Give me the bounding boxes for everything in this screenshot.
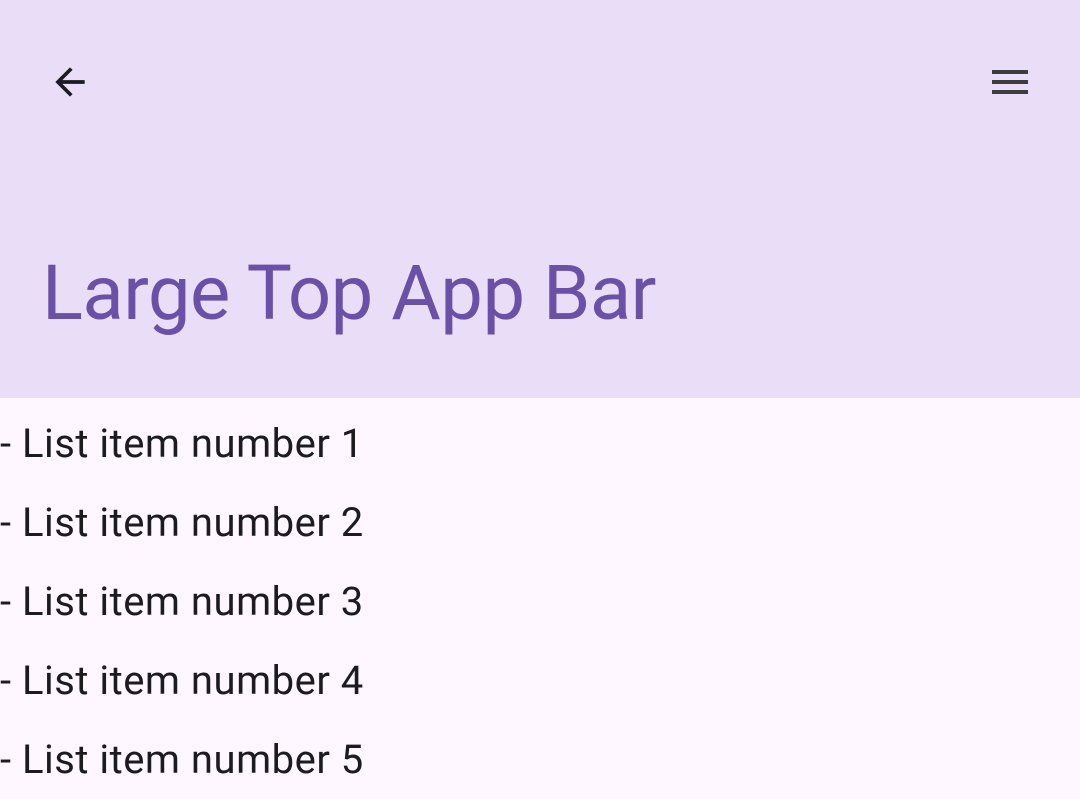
list-item: - List item number 2 <box>0 483 1080 562</box>
app-bar-title: Large Top App Bar <box>42 248 656 338</box>
list-item: - List item number 3 <box>0 562 1080 641</box>
menu-button[interactable] <box>986 60 1034 108</box>
arrow-back-icon <box>48 60 92 108</box>
list-item: - List item number 4 <box>0 641 1080 720</box>
content-list: - List item number 1 - List item number … <box>0 398 1080 799</box>
back-button[interactable] <box>46 60 94 108</box>
app-bar-actions-row <box>0 48 1080 120</box>
hamburger-menu-icon <box>986 58 1034 110</box>
large-top-app-bar: Large Top App Bar <box>0 0 1080 398</box>
list-item: - List item number 1 <box>0 404 1080 483</box>
list-item: - List item number 5 <box>0 720 1080 799</box>
